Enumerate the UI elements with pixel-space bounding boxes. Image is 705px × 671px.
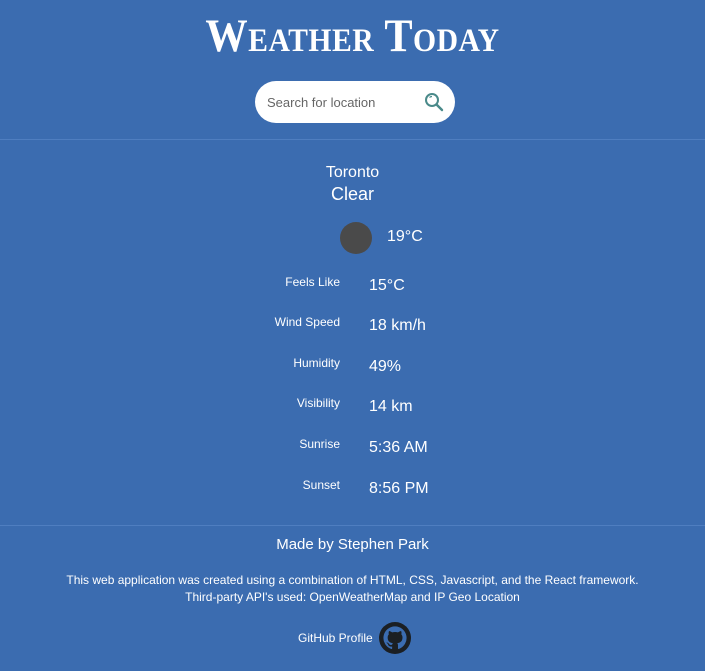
detail-row-wind-speed: Wind Speed 18 km/h (0, 315, 705, 339)
detail-label: Feels Like (285, 275, 340, 289)
detail-value: 8:56 PM (369, 480, 429, 497)
github-profile-label: GitHub Profile (298, 631, 373, 645)
detail-value: 18 km/h (369, 317, 426, 334)
app-title: Weather Today (205, 10, 500, 62)
detail-value: 5:36 AM (369, 439, 428, 456)
detail-label: Sunset (302, 478, 340, 492)
description-line: Third-party API's used: OpenWeatherMap a… (185, 590, 520, 604)
search-input[interactable] (267, 91, 417, 113)
detail-row-sunset: Sunset 8:56 PM (0, 478, 705, 502)
city-name: Toronto (325, 164, 380, 181)
detail-label: Sunrise (299, 437, 340, 451)
weather-panel: Toronto Clear 19°C Feels Like 15°C Wind … (0, 140, 705, 526)
detail-value: 49% (369, 358, 402, 375)
detail-label: Humidity (293, 356, 340, 370)
detail-value: 15°C (369, 277, 405, 294)
made-by: Made by Stephen Park (276, 536, 429, 553)
detail-row-visibility: Visibility 14 km (0, 396, 705, 420)
detail-row-humidity: Humidity 49% (0, 356, 705, 380)
temperature: 19°C (387, 228, 423, 245)
github-icon (378, 622, 411, 654)
search-bar (255, 81, 455, 123)
search-button[interactable] (423, 91, 445, 113)
detail-label: Wind Speed (274, 315, 340, 329)
detail-row-feels-like: Feels Like 15°C (0, 275, 705, 299)
footer: Made by Stephen Park This web applicatio… (0, 526, 705, 671)
detail-row-sunrise: Sunrise 5:36 AM (0, 437, 705, 461)
clear-weather-icon (340, 222, 372, 254)
description-line: This web application was created using a… (66, 573, 639, 587)
detail-label: Visibility (296, 396, 340, 410)
app-description: This web application was created using a… (0, 572, 705, 606)
search-icon (425, 93, 444, 112)
weather-condition: Clear (330, 184, 374, 204)
detail-value: 14 km (369, 398, 413, 415)
header: Weather Today (0, 0, 705, 140)
github-profile-link[interactable]: GitHub Profile (298, 622, 411, 654)
